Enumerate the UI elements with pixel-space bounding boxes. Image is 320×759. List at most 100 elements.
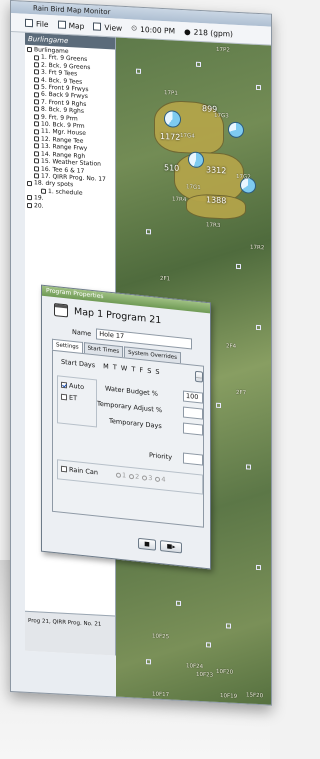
program-icon	[34, 128, 39, 135]
station-label: 10F20	[216, 668, 234, 676]
station-label: 17G2	[236, 173, 251, 181]
sprinkler-head-icon[interactable]	[246, 464, 251, 470]
name-label: Name	[72, 327, 92, 338]
map-menu[interactable]: Map	[57, 20, 85, 31]
temp-adjust-label: Temporary Adjust %	[97, 398, 163, 414]
program-icon	[34, 91, 39, 98]
station-label: 15F20	[246, 692, 264, 700]
file-menu[interactable]: File	[25, 18, 49, 29]
calendar-icon	[54, 302, 68, 318]
coverage-indicator	[188, 151, 204, 169]
zone-value: 1172	[160, 131, 181, 142]
sprinkler-head-icon[interactable]	[256, 324, 261, 331]
program-icon	[27, 180, 32, 186]
coverage-indicator	[228, 121, 244, 139]
program-icon	[34, 136, 39, 142]
zone-value: 3312	[206, 165, 227, 176]
coverage-indicator	[164, 110, 181, 128]
sprinkler-head-icon[interactable]	[196, 61, 201, 68]
program-icon	[27, 47, 32, 53]
priority-label: Priority	[149, 450, 173, 461]
sprinkler-head-icon[interactable]	[256, 84, 261, 91]
station-label: 17R2	[250, 244, 265, 252]
file-icon	[25, 18, 33, 28]
station-label: 2F7	[236, 389, 247, 397]
program-icon	[34, 143, 39, 150]
view-icon	[93, 22, 102, 31]
sprinkler-head-icon[interactable]	[146, 229, 151, 235]
view-menu[interactable]: View	[93, 22, 123, 33]
sprinkler-head-icon[interactable]	[216, 402, 221, 409]
program-icon	[34, 77, 39, 83]
program-icon	[41, 188, 46, 194]
station-label: 2F4	[226, 343, 237, 350]
auto-checkbox[interactable]	[61, 381, 67, 389]
station-label: 17P2	[216, 46, 230, 54]
station-label: 17G1	[186, 184, 201, 191]
flow-label: 218 (gpm)	[193, 27, 233, 39]
program-icon	[34, 99, 39, 105]
rain-can-group: Rain Can 1 2 3 4	[57, 459, 203, 495]
rain-can-radio[interactable]	[116, 471, 121, 478]
sprinkler-head-icon[interactable]	[256, 564, 261, 571]
sprinkler-head-icon[interactable]	[236, 263, 241, 270]
file-label: File	[36, 18, 49, 29]
run-icon: ■▸	[166, 542, 176, 551]
start-days-button[interactable]: …	[195, 370, 203, 383]
program-icon	[34, 173, 39, 179]
rain-can-row: Rain Can 1 2 3 4	[61, 465, 202, 488]
rain-can-option-label: 4	[161, 475, 166, 484]
settings-panel: Start Days M T W T F S S … Auto ET Water…	[52, 349, 204, 528]
program-icon	[34, 165, 39, 172]
priority-field[interactable]	[183, 452, 203, 466]
clock-readout: ⏲ 10:00 PM	[131, 23, 175, 35]
program-icon	[34, 158, 39, 164]
start-days-row: Start Days M T W T F S S	[61, 358, 161, 376]
et-option[interactable]: ET	[61, 393, 96, 405]
sprinkler-head-icon[interactable]	[176, 600, 181, 606]
station-label: 17R3	[206, 222, 221, 230]
program-tree: Burlingame 1. Frt. 9 Greens 2. Bck. 9 Gree…	[25, 45, 115, 214]
station-label: 10F17	[152, 691, 170, 699]
zone-value: 510	[164, 163, 180, 173]
temp-adjust-field[interactable]	[183, 406, 203, 420]
view-label: View	[104, 22, 123, 33]
program-icon	[34, 84, 39, 90]
rain-can-option-label: 1	[122, 471, 127, 480]
program-icon	[27, 202, 32, 208]
auto-option[interactable]: Auto	[61, 381, 96, 393]
temp-days-field[interactable]	[183, 422, 203, 436]
et-label: ET	[69, 393, 78, 403]
station-label: 17G4	[180, 132, 195, 140]
zone-value: 1388	[206, 195, 227, 206]
water-budget-field[interactable]: 100	[183, 390, 203, 404]
program-icon	[34, 54, 39, 61]
program-icon	[34, 121, 39, 127]
sprinkler-head-icon[interactable]	[206, 642, 211, 648]
mode-group: Auto ET	[57, 375, 97, 428]
rain-can-label: Rain Can	[69, 465, 98, 477]
station-label: 17R4	[172, 196, 187, 204]
rain-can-radio[interactable]	[129, 473, 135, 479]
station-label: 2F1	[160, 275, 171, 283]
run-program-button[interactable]: ■▸	[160, 540, 182, 554]
station-label: 17P1	[164, 90, 178, 97]
lock-button[interactable]: ■	[138, 537, 156, 551]
station-label: 10F23	[196, 671, 214, 679]
program-properties-dialog: Program Properties Map 1 Program 21 Name…	[41, 284, 211, 570]
program-icon	[27, 195, 32, 201]
water-budget-label: Water Budget %	[105, 383, 158, 398]
station-label: 17G3	[214, 112, 229, 120]
time-label: 10:00 PM	[140, 24, 176, 36]
program-icon	[34, 62, 39, 68]
sprinkler-head-icon[interactable]	[136, 68, 141, 74]
map-label: Map	[68, 20, 85, 31]
rain-can-radio[interactable]	[155, 476, 161, 482]
rain-can-radio[interactable]	[142, 474, 148, 481]
flow-readout: ● 218 (gpm)	[184, 27, 233, 39]
sprinkler-head-icon[interactable]	[226, 623, 231, 629]
temp-days-label: Temporary Days	[109, 416, 162, 430]
et-checkbox[interactable]	[61, 393, 67, 401]
sprinkler-head-icon[interactable]	[146, 659, 151, 665]
rain-can-checkbox[interactable]	[61, 465, 67, 473]
